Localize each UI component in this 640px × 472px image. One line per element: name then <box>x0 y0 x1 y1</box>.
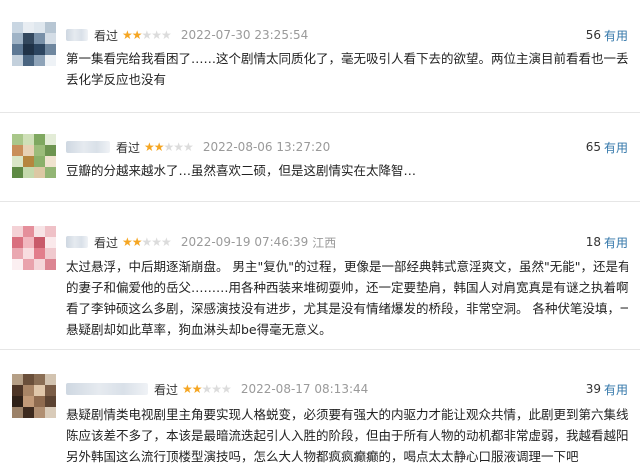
comment-line: 的妻子和偏爱他的岳父………用各种西装来堆砌耍帅，还一定要垫肩，韩国人对肩宽真是有… <box>66 280 628 295</box>
vote-count: 18 <box>585 235 601 249</box>
star-filled-icon: ★★ <box>182 382 202 396</box>
comment-line: 悬疑剧情类电视剧里主角要实现人格蜕变，必须要有强大的内驱力才能让观众共情，此剧更… <box>66 407 628 422</box>
avatar[interactable] <box>12 226 56 270</box>
star-empty-icon: ★★★ <box>163 140 194 154</box>
useful-button[interactable]: 有用 <box>604 381 628 398</box>
comment-meta: 看过 ★★★★★ 2022-08-17 08:13:44 <box>66 378 372 400</box>
comment-line: 陈应该差不多了，本该是最暗流迭起引人入胜的阶段，但由于所有人物的动机都非常虚弱，… <box>66 428 628 443</box>
comment-line: 看了李钟硕这么多剧，深感演技没有进步，尤其是没有情绪爆发的桥段，非常空洞。 各种… <box>66 301 628 316</box>
star-filled-icon: ★★ <box>144 140 164 154</box>
useful-button[interactable]: 有用 <box>604 139 628 156</box>
comment-time[interactable]: 2022-09-19 07:46:39 <box>181 235 308 249</box>
watched-label: 看过 <box>94 28 119 43</box>
vote-count: 39 <box>585 382 601 396</box>
useful-button[interactable]: 有用 <box>604 27 628 44</box>
comment-line: 第一集看完给我看困了……这个剧情太同质化了，毫无吸引人看下去的欲望。两位主演目前… <box>66 51 628 66</box>
vote-area: 39 有用 <box>586 378 628 400</box>
watched-label: 看过 <box>116 140 141 155</box>
comment-location: 江西 <box>312 235 337 250</box>
comment-text: 悬疑剧情类电视剧里主角要实现人格蜕变，必须要有强大的内驱力才能让观众共情，此剧更… <box>66 404 628 467</box>
star-empty-icon: ★★★ <box>201 382 232 396</box>
useful-button[interactable]: 有用 <box>604 234 628 251</box>
comment-line: 丢化学反应也没有 <box>66 72 167 87</box>
username[interactable] <box>66 29 88 41</box>
divider <box>0 349 640 350</box>
vote-area: 56 有用 <box>586 24 628 46</box>
comment-text: 太过悬浮，中后期逐渐崩盘。 男主"复仇"的过程，更像是一部经典韩式意淫爽文，虽然… <box>66 256 628 340</box>
divider <box>0 112 640 113</box>
username[interactable] <box>66 383 148 395</box>
divider <box>0 201 640 202</box>
star-filled-icon: ★★ <box>122 235 142 249</box>
avatar[interactable] <box>12 22 56 66</box>
vote-area: 18 有用 <box>586 231 628 253</box>
comment-line: 另外韩国这么流行顶楼型演技吗，怎么大人物都疯疯癫癫的，喝点太太静心口服液调理一下… <box>66 449 579 464</box>
comment-line: 豆瓣的分越来越水了…虽然喜欢二硕，但是这剧情实在太降智… <box>66 163 417 178</box>
watched-label: 看过 <box>94 235 119 250</box>
rating-stars: ★★★★★ <box>122 28 172 42</box>
watched-label: 看过 <box>154 382 179 397</box>
star-filled-icon: ★★ <box>122 28 142 42</box>
comment-meta: 看过 ★★★★★ 2022-09-19 07:46:39 江西 <box>66 231 336 253</box>
username[interactable] <box>66 236 88 248</box>
avatar[interactable] <box>12 374 56 418</box>
comment-line: 悬疑剧却如此草率，狗血淋头却be得毫无意义。 <box>66 322 332 337</box>
star-empty-icon: ★★★ <box>141 28 172 42</box>
vote-count: 56 <box>585 28 601 42</box>
comment-text: 豆瓣的分越来越水了…虽然喜欢二硕，但是这剧情实在太降智… <box>66 160 628 181</box>
comment-time[interactable]: 2022-08-17 08:13:44 <box>241 382 368 396</box>
avatar[interactable] <box>12 134 56 178</box>
comment-time[interactable]: 2022-08-06 13:27:20 <box>203 140 330 154</box>
comment-meta: 看过 ★★★★★ 2022-08-06 13:27:20 <box>66 136 334 158</box>
comment-text: 第一集看完给我看困了……这个剧情太同质化了，毫无吸引人看下去的欲望。两位主演目前… <box>66 48 628 90</box>
star-empty-icon: ★★★ <box>141 235 172 249</box>
rating-stars: ★★★★★ <box>144 140 194 154</box>
rating-stars: ★★★★★ <box>182 382 232 396</box>
rating-stars: ★★★★★ <box>122 235 172 249</box>
username[interactable] <box>66 141 110 153</box>
comment-meta: 看过 ★★★★★ 2022-07-30 23:25:54 <box>66 24 312 46</box>
comment-line: 太过悬浮，中后期逐渐崩盘。 男主"复仇"的过程，更像是一部经典韩式意淫爽文，虽然… <box>66 259 628 274</box>
comment-time[interactable]: 2022-07-30 23:25:54 <box>181 28 308 42</box>
vote-count: 65 <box>585 140 601 154</box>
vote-area: 65 有用 <box>586 136 628 158</box>
